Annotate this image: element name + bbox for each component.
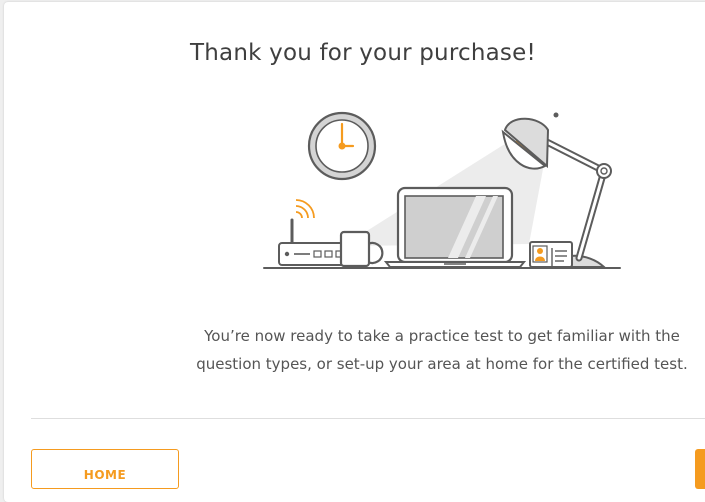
home-button[interactable]: HOME: [31, 449, 179, 489]
footer-divider: [31, 418, 705, 419]
dialog-title: Thank you for your purchase!: [190, 40, 536, 66]
laptop-icon: [383, 186, 527, 268]
message-line-1: You’re now ready to take a practice test…: [204, 327, 680, 345]
workspace-illustration: [263, 111, 621, 269]
primary-action-button[interactable]: [695, 449, 705, 489]
message-line-2: question types, or set-up your area at h…: [196, 355, 688, 373]
wall-clock-icon: [307, 111, 377, 181]
wifi-signal-icon: [295, 199, 315, 219]
id-card-icon: [529, 241, 573, 268]
dialog-message: You’re now ready to take a practice test…: [184, 322, 700, 378]
